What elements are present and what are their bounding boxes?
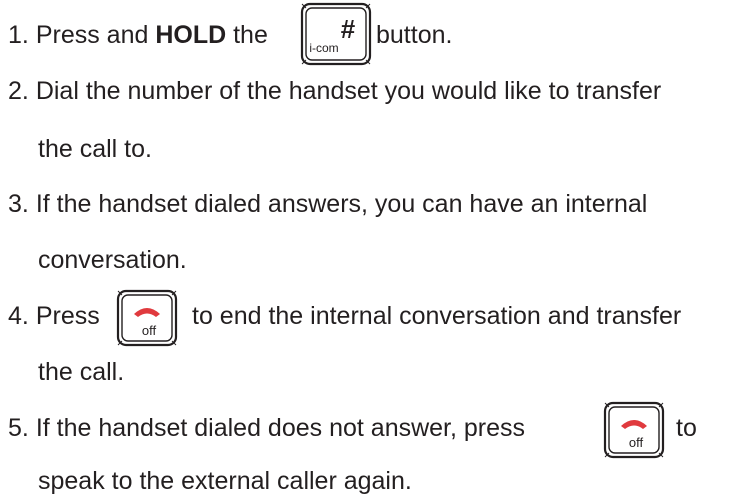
step-2-number: 2. [8,77,29,105]
step-4-line-2: the call. [38,358,125,386]
off-hangup-key-icon: off [116,289,178,347]
step-4-text-1b: to end the internal conversation and tra… [192,302,682,330]
step-1-text-b: the [226,21,268,49]
step-1-hold: HOLD [155,21,227,49]
step-1-number: 1. [8,21,29,49]
step-5-text-1b: to [676,414,697,442]
step-1: 1. Press and HOLD the [8,20,268,50]
step-5-text-1a: If the handset dialed does not answer, p… [35,414,526,442]
step-4-number: 4. [8,302,29,330]
step-2-line-1: 2. Dial the number of the handset you wo… [8,76,661,106]
step-4-line-1a: 4. Press [8,301,100,331]
step-5-line-2: speak to the external caller again. [38,467,412,495]
off-key-label-2: off [629,435,644,450]
step-2-line-2: the call to. [38,135,152,163]
step-3-line-2: conversation. [38,246,187,274]
off-key-label: off [142,323,157,338]
step-1-text-a: Press and [35,21,156,49]
step-4-text-1a: Press [35,302,100,330]
step-5-number: 5. [8,414,29,442]
icom-key-label: i-com [309,41,338,55]
off-hangup-key-icon-2: off [603,401,665,459]
step-2-text-1: Dial the number of the handset you would… [35,77,662,105]
step-3-number: 3. [8,190,29,218]
step-5-line-1a: 5. If the handset dialed does not answer… [8,413,525,443]
icom-hash-key-icon: # i-com [300,2,372,66]
icom-key-symbol: # [341,14,356,44]
step-3-text-1: If the handset dialed answers, you can h… [35,190,648,218]
step-3-line-1: 3. If the handset dialed answers, you ca… [8,189,647,219]
step-1-text-c: button. [376,21,453,49]
